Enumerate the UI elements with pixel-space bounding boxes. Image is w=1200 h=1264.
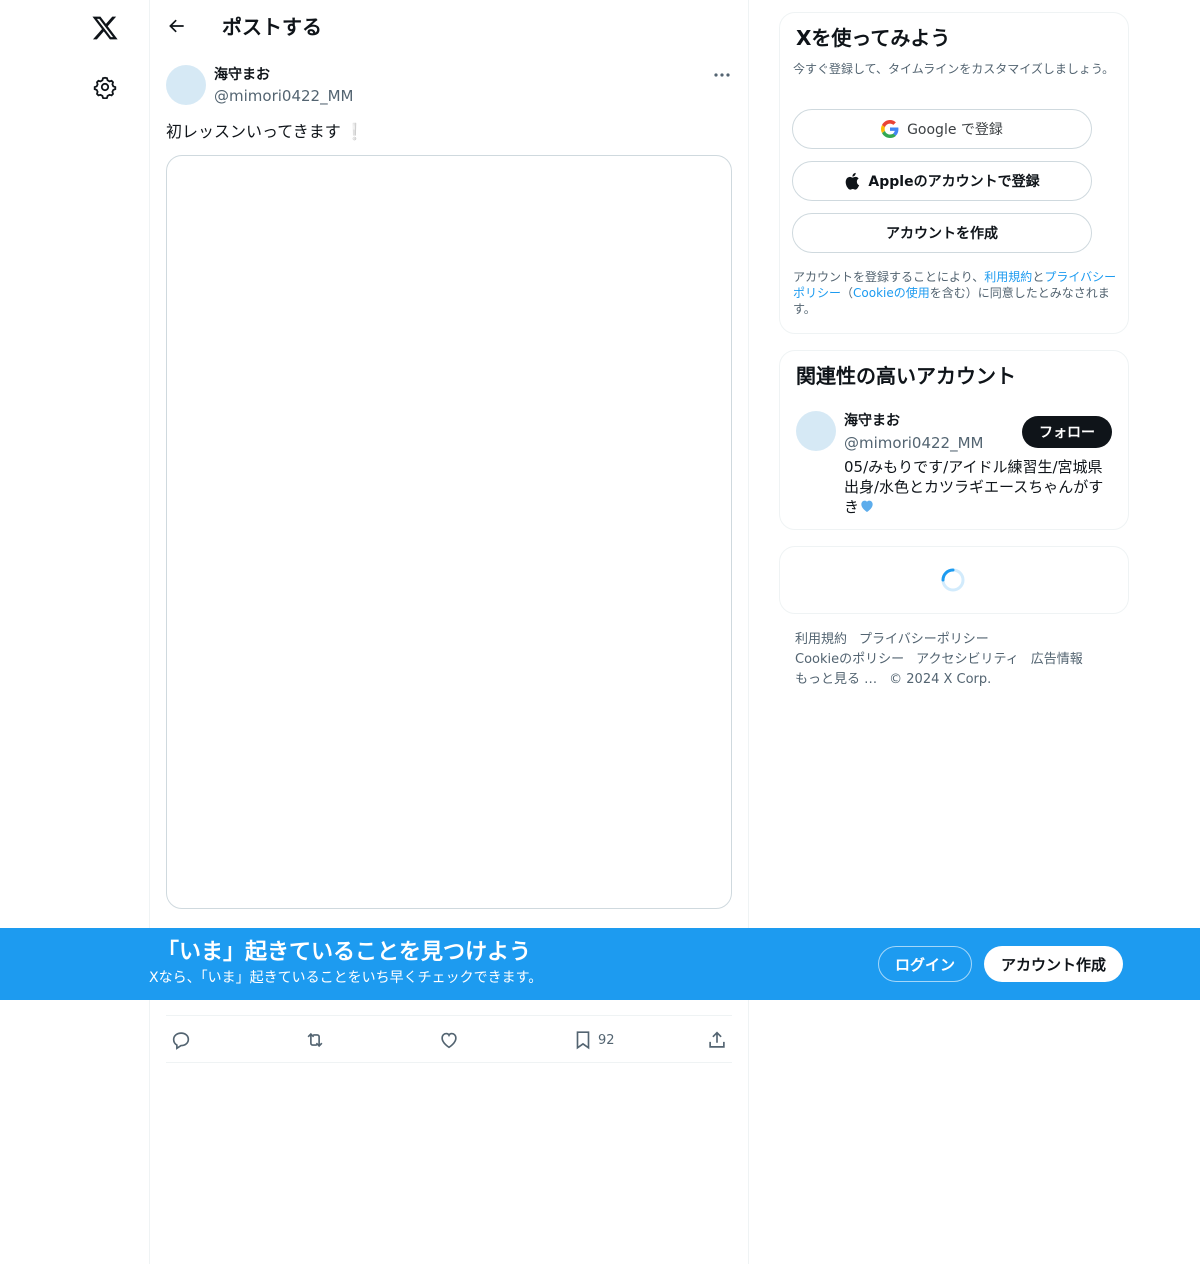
apple-icon [844, 172, 860, 190]
follow-button[interactable]: フォロー [1022, 416, 1112, 448]
main-column: ポストする 海守まお @mimori0422_MM 初レッスンいってきます ❕ 9… [150, 0, 749, 1264]
related-account-handle[interactable]: @mimori0422_MM [844, 433, 983, 453]
avatar[interactable] [166, 65, 206, 105]
gear-icon[interactable] [83, 65, 127, 109]
signup-card: Xを使ってみよう 今すぐ登録して、タイムラインをカスタマイズしましょう。 Goo… [779, 12, 1129, 334]
signup-subtitle: 今すぐ登録して、タイムラインをカスタマイズしましょう。 [793, 62, 1115, 76]
related-accounts-card: 関連性の高いアカウント 海守まお @mimori0422_MM フォロー 05/… [779, 350, 1129, 530]
bookmark-button[interactable]: 92 [572, 1028, 615, 1052]
terms-and: と [1032, 270, 1045, 284]
loading-card [779, 546, 1129, 614]
post-body: 初レッスンいってきます [166, 122, 341, 141]
create-account-button[interactable]: アカウントを作成 [792, 213, 1092, 253]
apple-signup-button[interactable]: Appleのアカウントで登録 [792, 161, 1092, 201]
reply-icon[interactable] [170, 1028, 192, 1052]
share-icon[interactable] [706, 1028, 728, 1052]
post-text: 初レッスンいってきます ❕ [166, 120, 365, 144]
page-title: ポストする [222, 15, 322, 39]
footer-link-accessibility[interactable]: アクセシビリティ [916, 652, 1019, 667]
footer-link-cookie[interactable]: Cookieのポリシー [795, 652, 904, 667]
footer-link-ads[interactable]: 広告情報 [1031, 652, 1083, 667]
google-signup-button[interactable]: Google で登録 [792, 109, 1092, 149]
exclamation-emoji: ❕ [344, 122, 365, 141]
banner-title: 「いま」起きていることを見つけよう [157, 940, 532, 965]
author-name[interactable]: 海守まお [214, 66, 270, 84]
signup-button[interactable]: アカウント作成 [984, 946, 1123, 982]
author-handle[interactable]: @mimori0422_MM [214, 86, 353, 106]
related-bio-text: 05/みもりです/アイドル練習生/宮城県出身/水色とカツラギエースちゃんがすき [844, 458, 1104, 516]
footer-links: 利用規約 プライバシーポリシー Cookieのポリシー アクセシビリティ 広告情報 も… [795, 630, 1125, 690]
related-account-name[interactable]: 海守まお [844, 412, 900, 430]
footer-link-more[interactable]: もっと見る … [795, 672, 877, 687]
terms-link[interactable]: 利用規約 [984, 270, 1032, 284]
google-icon [881, 120, 899, 138]
terms-paren: （ [841, 286, 854, 300]
loading-spinner-icon [941, 568, 965, 592]
related-title: 関連性の高いアカウント [796, 364, 1016, 388]
terms-prefix: アカウントを登録することにより、 [793, 270, 985, 284]
more-dots-icon[interactable] [706, 62, 738, 88]
google-signup-label: Google で登録 [907, 122, 1003, 138]
signup-banner: 「いま」起きていることを見つけよう Xなら、「いま」起きていることをいち早くチェ… [0, 928, 1200, 1000]
heart-icon[interactable] [438, 1028, 460, 1052]
repost-icon[interactable] [304, 1028, 326, 1052]
page-header: ポストする [150, 0, 748, 53]
create-account-label: アカウントを作成 [886, 226, 998, 242]
bookmark-count: 92 [598, 1032, 615, 1048]
left-nav [0, 0, 150, 1264]
login-button[interactable]: ログイン [878, 946, 972, 982]
footer-link-privacy[interactable]: プライバシーポリシー [859, 632, 989, 647]
post-actions: 92 [166, 1015, 732, 1063]
signup-title: Xを使ってみよう [796, 26, 951, 50]
arrow-left-icon[interactable] [160, 9, 194, 43]
blue-heart-icon [861, 500, 873, 512]
copyright: © 2024 X Corp. [889, 672, 992, 687]
cookie-link[interactable]: Cookieの使用 [853, 286, 930, 300]
related-account-bio: 05/みもりです/アイドル練習生/宮城県出身/水色とカツラギエースちゃんがすき [844, 457, 1112, 517]
terms-text: アカウントを登録することにより、利用規約とプライバシーポリシー（Cookieの使… [793, 269, 1119, 317]
x-logo-icon[interactable] [83, 6, 127, 50]
footer-link-terms[interactable]: 利用規約 [795, 632, 847, 647]
bookmark-icon [576, 1031, 590, 1050]
apple-signup-label: Appleのアカウントで登録 [868, 174, 1040, 190]
banner-subtitle: Xなら、「いま」起きていることをいち早くチェックできます。 [149, 970, 543, 986]
post-media[interactable] [166, 155, 732, 909]
avatar[interactable] [796, 411, 836, 451]
